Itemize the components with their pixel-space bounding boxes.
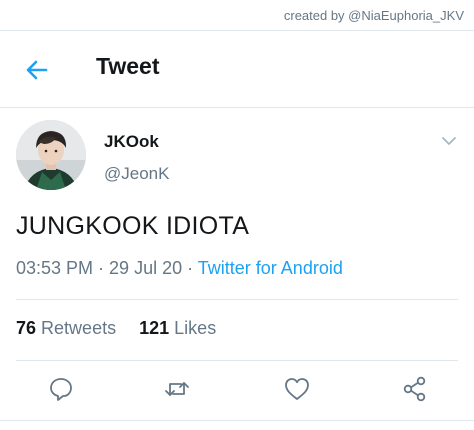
meta-separator: · xyxy=(182,258,198,278)
tweet-date: 29 Jul 20 xyxy=(109,258,183,278)
likes-stat[interactable]: 121 Likes xyxy=(139,318,216,339)
tweet-text: JUNGKOOK IDIOTA xyxy=(16,212,250,240)
tweet-metadata: 03:53 PM · 29 Jul 20 · Twitter for Andro… xyxy=(16,258,343,279)
avatar[interactable] xyxy=(16,120,86,190)
meta-separator: · xyxy=(93,258,110,278)
divider xyxy=(0,420,474,421)
tweet-time: 03:53 PM xyxy=(16,258,94,278)
reply-icon[interactable] xyxy=(46,374,76,404)
page-title: Tweet xyxy=(96,53,160,79)
retweets-count: 76 xyxy=(16,318,37,338)
divider xyxy=(16,299,458,300)
chevron-down-icon[interactable] xyxy=(440,134,458,148)
creator-credit: created by @NiaEuphoria_JKV xyxy=(283,8,464,23)
back-arrow-icon[interactable] xyxy=(22,55,52,85)
divider xyxy=(16,360,458,361)
author-display-name[interactable]: JKOok xyxy=(104,132,159,152)
retweet-icon[interactable] xyxy=(162,374,192,404)
heart-icon[interactable] xyxy=(282,374,312,404)
author-handle[interactable]: @JeonK xyxy=(104,164,169,184)
top-app-bar: Tweet xyxy=(0,30,474,108)
retweets-stat[interactable]: 76 Retweets xyxy=(16,318,116,339)
tweet-actions-bar xyxy=(0,374,474,406)
likes-count: 121 xyxy=(139,318,170,338)
retweets-label: Retweets xyxy=(41,318,117,338)
tweet-source-link[interactable]: Twitter for Android xyxy=(198,258,343,278)
share-icon[interactable] xyxy=(400,374,430,404)
tweet-stats: 76 Retweets 121 Likes xyxy=(16,318,234,339)
likes-label: Likes xyxy=(174,318,217,338)
